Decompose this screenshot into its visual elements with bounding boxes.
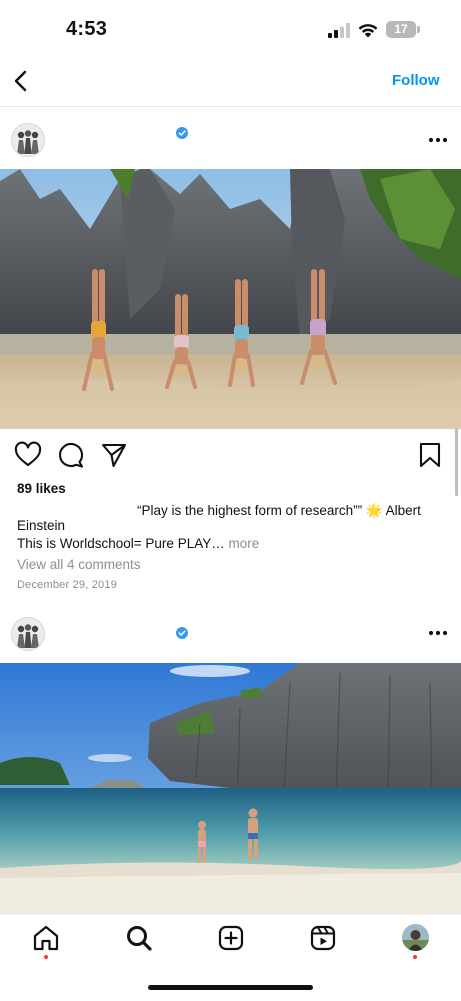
follow-button[interactable]: Follow [392, 72, 440, 89]
view-comments-link[interactable]: View all 4 comments [17, 557, 141, 572]
header-divider [0, 106, 461, 107]
battery-icon: 17 [386, 21, 422, 39]
post-2-photo[interactable] [0, 663, 461, 914]
post-date: December 29, 2019 [17, 579, 118, 591]
home-icon[interactable] [32, 924, 60, 952]
scroll-indicator[interactable] [455, 428, 458, 496]
likes-count[interactable]: 89 likes [17, 481, 66, 496]
verified-badge-icon [176, 127, 188, 139]
profile-avatar [12, 124, 44, 156]
profile-avatar [12, 618, 44, 650]
post-1-photo[interactable] [0, 169, 461, 429]
bookmark-icon[interactable] [416, 441, 444, 469]
profile-notification-dot [413, 955, 417, 959]
more-options-icon[interactable] [428, 137, 448, 143]
profile-tab-avatar[interactable] [402, 924, 429, 951]
battery-level: 17 [394, 22, 408, 36]
comment-icon[interactable] [57, 441, 85, 469]
caption-more-link[interactable]: more [228, 536, 259, 551]
create-post-icon[interactable] [217, 924, 245, 952]
status-time: 4:53 [66, 18, 108, 40]
post-2-avatar[interactable] [11, 617, 45, 651]
post-1-avatar[interactable] [11, 123, 45, 157]
wifi-icon [358, 24, 378, 38]
home-indicator [148, 985, 313, 990]
caption-line-1: “Play is the highest form of research”” … [137, 503, 421, 518]
profile-avatar [402, 924, 429, 951]
share-icon[interactable] [100, 441, 128, 469]
chevron-left-icon[interactable] [8, 66, 36, 96]
home-notification-dot [44, 955, 48, 959]
caption-line-2: Einstein [17, 518, 66, 533]
verified-badge-icon [176, 627, 188, 639]
more-options-icon[interactable] [428, 630, 448, 636]
caption-text: This is Worldschool= Pure PLAY… [17, 536, 225, 551]
heart-icon[interactable] [14, 441, 42, 469]
reels-icon[interactable] [309, 924, 337, 952]
cellular-signal-icon [328, 23, 350, 38]
search-icon[interactable] [125, 924, 153, 952]
caption-line-3: This is Worldschool= Pure PLAY… more [17, 536, 259, 551]
